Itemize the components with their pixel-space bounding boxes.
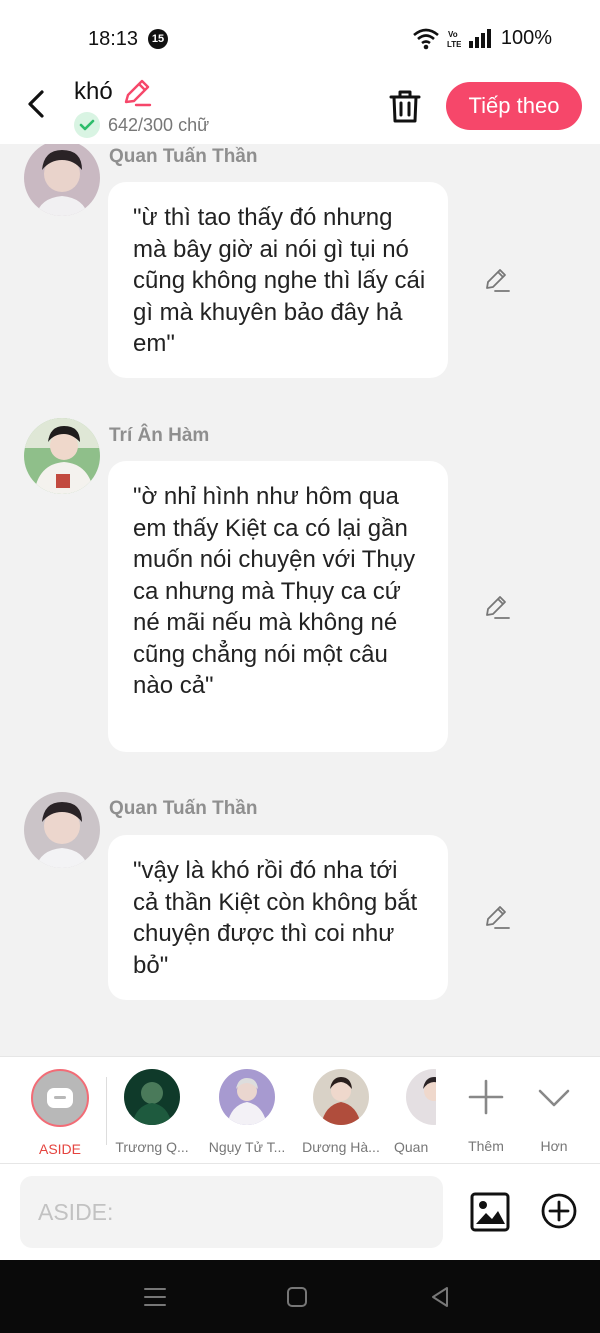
volte-icon: Vo LTE	[447, 30, 461, 49]
avatar	[313, 1069, 369, 1125]
check-circle-icon	[74, 112, 100, 138]
avatar	[124, 1069, 180, 1125]
input-bar	[0, 1164, 600, 1260]
plus-icon	[468, 1079, 504, 1115]
speaker-name: Quan Tuấn Thần	[109, 146, 258, 167]
status-bar: 18:13 15 Vo LTE 100%	[0, 0, 600, 78]
character-label: Ngụy Tử T...	[208, 1139, 286, 1155]
character-label: Dương Hà...	[302, 1139, 380, 1155]
message-bubble[interactable]: "vậy là khó rồi đó nha tới cả thần Kiệt …	[108, 835, 448, 1000]
editor-header: khó 642/300 chữ Tiếp theo	[0, 78, 600, 144]
recents-menu-icon[interactable]	[142, 1284, 168, 1310]
chat-area[interactable]: Quan Tuấn Thần "ừ thì tao thấy đó nhưng …	[0, 144, 600, 1056]
battery-level: 100%	[500, 27, 552, 49]
story-title: khó	[74, 78, 113, 105]
dialogue-input[interactable]	[20, 1176, 443, 1248]
more-label: Hơn	[540, 1138, 568, 1154]
back-triangle-icon[interactable]	[427, 1284, 453, 1310]
wifi-icon	[413, 28, 439, 49]
character-item[interactable]: Quan	[394, 1069, 436, 1155]
back-arrow-icon[interactable]	[22, 86, 52, 122]
next-button[interactable]: Tiếp theo	[446, 82, 582, 130]
edit-title-pencil-icon[interactable]	[122, 78, 152, 108]
home-square-icon[interactable]	[284, 1284, 310, 1310]
character-label: Quan	[394, 1139, 429, 1155]
word-count: 642/300 chữ	[108, 114, 210, 135]
character-item[interactable]: Dương Hà...	[300, 1069, 382, 1155]
edit-message-pencil-icon[interactable]	[484, 267, 510, 293]
message-bubble[interactable]: "ừ thì tao thấy đó nhưng mà bây giờ ai n…	[108, 182, 448, 378]
speaker-name: Quan Tuấn Thần	[109, 798, 258, 819]
chat-bubble-icon	[47, 1088, 73, 1108]
speaker-name: Trí Ân Hàm	[109, 425, 210, 446]
message-bubble[interactable]: "ờ nhỉ hình như hôm qua em thấy Kiệt ca …	[108, 461, 448, 752]
add-label: Thêm	[468, 1138, 504, 1154]
svg-text:LTE: LTE	[447, 40, 461, 49]
image-icon[interactable]	[470, 1192, 510, 1232]
avatar	[219, 1069, 275, 1125]
status-icons: Vo LTE 100%	[413, 27, 552, 50]
character-label: ASIDE	[38, 1141, 81, 1157]
more-characters-button[interactable]: Hơn	[526, 1069, 582, 1154]
notification-badge: 15	[148, 29, 168, 49]
svg-text:Vo: Vo	[448, 30, 458, 39]
character-selector: ASIDE Trương Q... Ngụy Tử T... Dương Hà.…	[0, 1056, 600, 1164]
character-label: Trương Q...	[115, 1139, 189, 1155]
add-character-button[interactable]: Thêm	[456, 1069, 516, 1154]
aside-avatar	[31, 1069, 89, 1127]
word-count-row: 642/300 chữ	[74, 112, 209, 138]
trash-icon[interactable]	[387, 88, 423, 124]
status-time: 18:13	[88, 28, 139, 50]
edit-message-pencil-icon[interactable]	[484, 904, 510, 930]
avatar[interactable]	[24, 792, 100, 868]
character-aside[interactable]: ASIDE	[24, 1069, 96, 1157]
divider	[106, 1077, 107, 1145]
avatar[interactable]	[24, 418, 100, 494]
system-nav-bar	[0, 1260, 600, 1333]
chevron-down-icon	[538, 1089, 570, 1107]
avatar[interactable]	[24, 144, 100, 216]
add-circle-icon[interactable]	[540, 1192, 578, 1230]
character-item[interactable]: Trương Q...	[112, 1069, 192, 1155]
character-item[interactable]: Ngụy Tử T...	[206, 1069, 288, 1155]
avatar	[406, 1069, 436, 1125]
edit-message-pencil-icon[interactable]	[484, 594, 510, 620]
signal-icon	[468, 28, 491, 48]
